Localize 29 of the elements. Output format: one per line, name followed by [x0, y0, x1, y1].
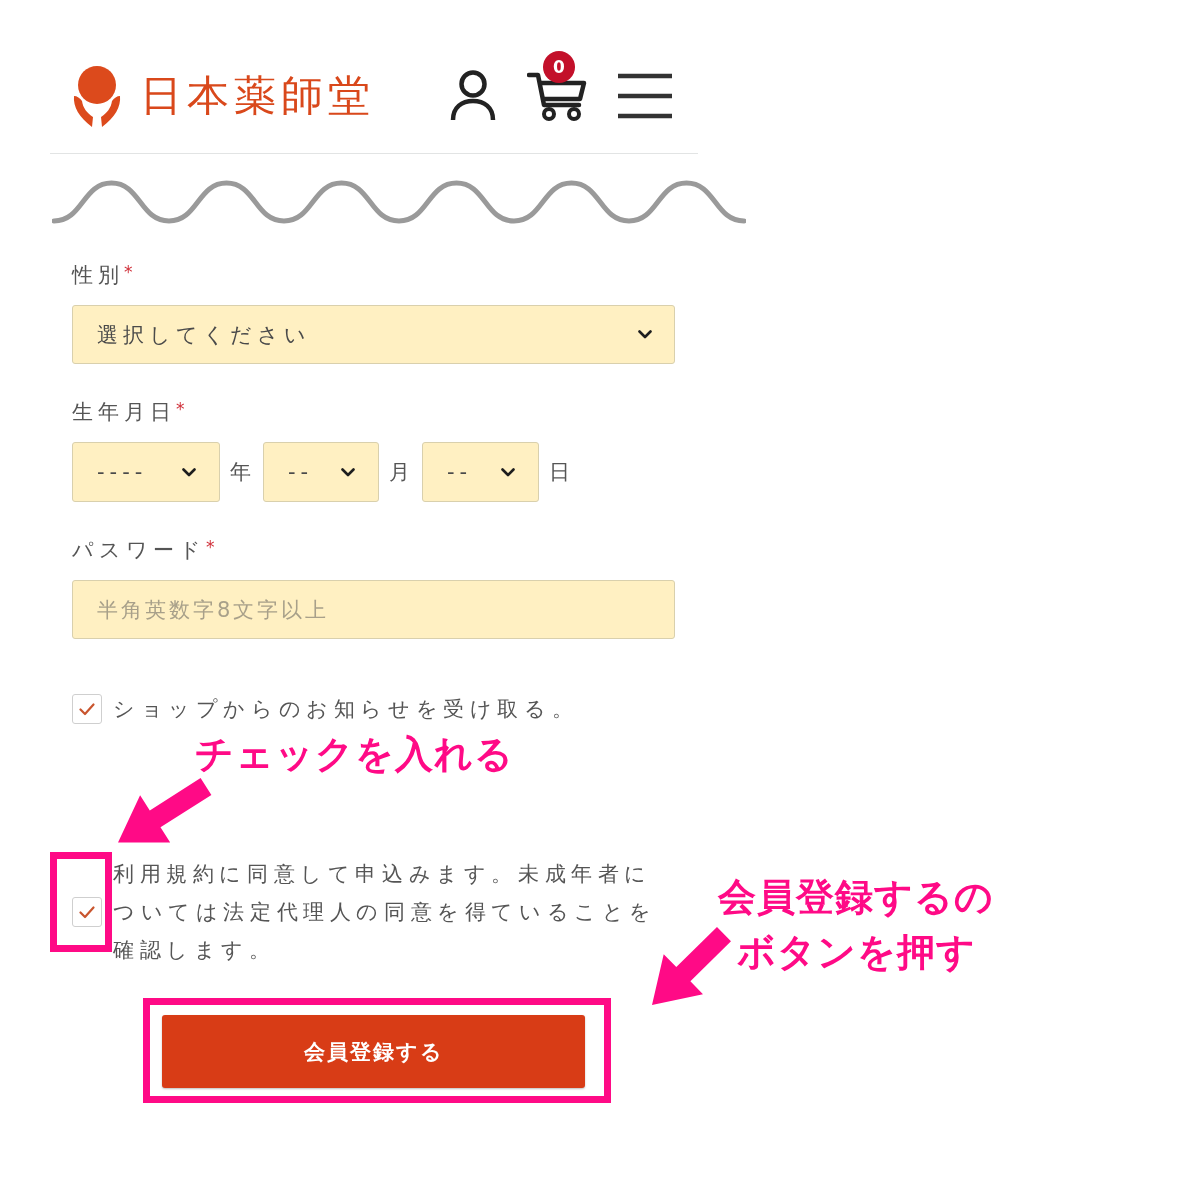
logo-icon	[72, 64, 122, 128]
select-field[interactable]: --	[263, 442, 379, 502]
checkmark-icon	[79, 905, 95, 919]
annotation-text: 会員登録するの ボタンを押す	[717, 874, 995, 976]
chevron-down-icon	[182, 467, 196, 477]
annotation-text: チェックを入れる	[195, 732, 515, 776]
chevron-down-icon	[638, 330, 652, 339]
checkmark-icon	[79, 702, 95, 716]
checkbox[interactable]	[72, 897, 102, 927]
chevron-down-icon	[501, 467, 515, 477]
unit-label: 月	[389, 459, 410, 486]
field-label: 性別$^{*}$	[72, 261, 133, 289]
field-label: パスワード$^{*}$	[72, 536, 215, 564]
password-field[interactable]: 半角英数字8文字以上	[72, 580, 675, 639]
select-field[interactable]: 選択してください	[72, 305, 675, 364]
select-field[interactable]: --	[422, 442, 539, 502]
register-button[interactable]: 会員登録する	[162, 1015, 585, 1088]
logo-text: 日本薬師堂	[140, 71, 375, 121]
consent-text: ショップからのお知らせを受け取る。	[113, 696, 579, 723]
cart-count-badge: 0	[543, 51, 575, 83]
consent-text: 利用規約に同意して申込みます。未成年者については法定代理人の同意を得ていることを確認します。	[113, 861, 658, 964]
unit-label: 日	[549, 459, 570, 486]
field-label: 生年月日$^{*}$	[72, 398, 185, 426]
menu-icon[interactable]	[618, 73, 672, 119]
select-field[interactable]: ----	[72, 442, 220, 502]
unit-label: 年	[230, 459, 251, 486]
checkbox[interactable]	[72, 694, 102, 724]
user-icon[interactable]	[450, 70, 496, 122]
chevron-down-icon	[341, 467, 355, 477]
